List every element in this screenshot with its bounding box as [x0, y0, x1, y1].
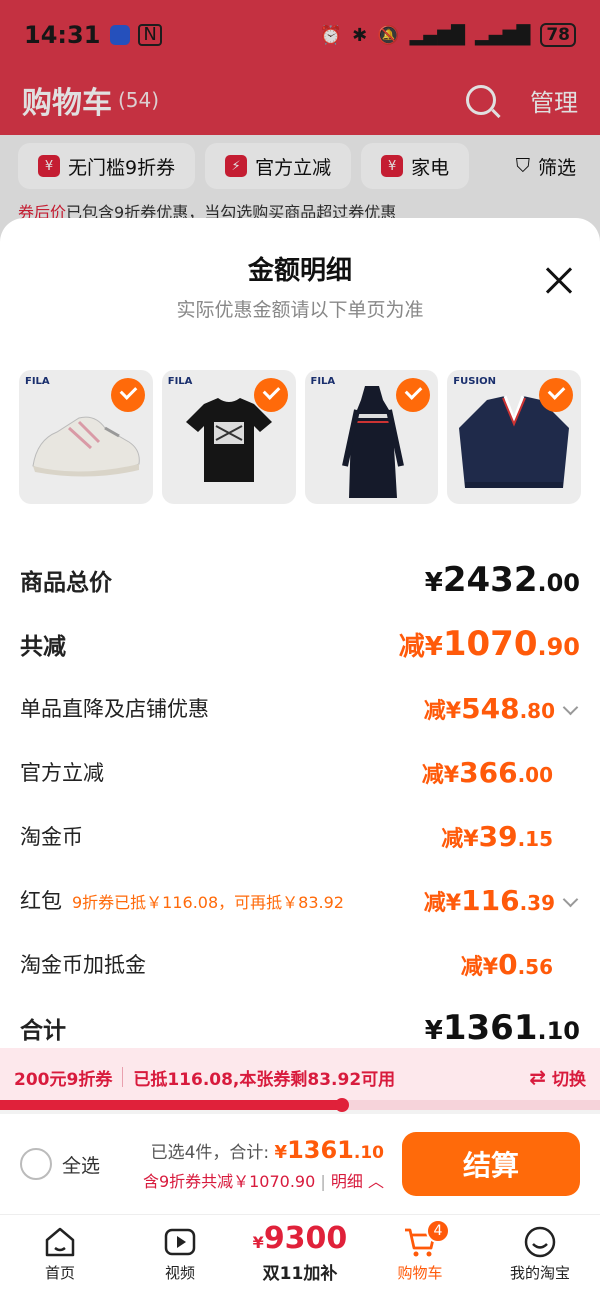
brand-logo: FILA: [25, 376, 50, 387]
row-label: 共减: [20, 634, 66, 660]
swap-icon: ⇄: [529, 1065, 546, 1089]
row-label: 红包 9折券已抵￥116.08，可再抵￥83.92: [20, 889, 344, 913]
switch-label: 切换: [552, 1069, 586, 1090]
row-amount: 减¥1070.90: [398, 624, 580, 664]
tab-label: 首页: [44, 1263, 75, 1282]
tab-cart[interactable]: 购物车 4: [360, 1215, 480, 1291]
product-thumb[interactable]: FILA: [304, 370, 439, 504]
red-packet-hint: 9折券已抵￥116.08，可再抵￥83.92: [72, 893, 344, 912]
bottom-tab-bar: 首页 视频 ¥9300 双11加补 购物车 4 我的淘宝: [0, 1214, 600, 1291]
product-thumb[interactable]: FILA: [161, 370, 296, 504]
row-label: 淘金币加抵金: [20, 953, 146, 977]
tab-mine[interactable]: 我的淘宝: [480, 1215, 600, 1291]
row-coins: 淘金币 减¥39.15: [20, 804, 580, 868]
brand-logo: FUSION: [453, 376, 496, 387]
row-amount: ¥2432.00: [424, 560, 580, 600]
row-label: 合计: [20, 1018, 66, 1044]
row-amount: ¥1361.10: [424, 1008, 580, 1048]
chevron-down-icon[interactable]: [562, 699, 579, 715]
cart-badge: 4: [426, 1219, 450, 1243]
video-icon: [164, 1228, 196, 1255]
progress-fill: [0, 1100, 342, 1110]
row-label: 官方立减: [20, 761, 104, 785]
product-thumb[interactable]: FILA: [19, 370, 153, 504]
row-amount: 减¥116.39: [423, 883, 555, 917]
chevron-up-icon: ︿: [367, 1172, 384, 1191]
tab-home[interactable]: 首页: [0, 1215, 120, 1291]
row-label: 淘金币: [20, 825, 83, 849]
switch-coupon-button[interactable]: ⇄ 切换: [529, 1065, 586, 1090]
detail-toggle[interactable]: 明细 ︿: [331, 1172, 384, 1191]
row-amount: 减¥39.15: [441, 819, 553, 853]
checkmark-icon[interactable]: [396, 378, 431, 412]
tab-promo[interactable]: ¥9300 双11加补: [240, 1215, 360, 1291]
row-coin-credit: 淘金币加抵金 减¥0.56: [20, 932, 580, 996]
close-icon[interactable]: [544, 266, 574, 296]
smile-icon: [524, 1226, 556, 1257]
checkmark-icon[interactable]: [253, 378, 288, 412]
sheet-title: 金额明细: [247, 256, 352, 286]
row-label: 商品总价: [20, 570, 112, 596]
select-all-label[interactable]: 全选: [62, 1151, 100, 1178]
row-total-discount: 共减 减¥1070.90: [20, 612, 580, 676]
row-amount: 减¥548.80: [423, 691, 555, 725]
coupon-progress-bar: [0, 1098, 600, 1112]
product-thumb[interactable]: FUSION: [447, 370, 581, 504]
row-subtotal: 商品总价 ¥2432.00: [20, 548, 580, 612]
checkmark-icon[interactable]: [539, 378, 573, 412]
checkmark-icon[interactable]: [110, 378, 145, 412]
progress-knob: [335, 1098, 349, 1112]
row-red-packet[interactable]: 红包 9折券已抵￥116.08，可再抵￥83.92 减¥116.39: [20, 868, 580, 932]
chevron-down-icon[interactable]: [562, 891, 579, 907]
coupon-strip: 200元9折券 已抵116.08,本张券剩83.92可用 ⇄ 切换: [0, 1048, 600, 1106]
tab-label: 购物车: [397, 1263, 443, 1282]
selected-count: 已选4件，: [150, 1143, 230, 1163]
product-thumbnails: FILA FILA FILA FUSION: [0, 370, 600, 504]
amount-rows: 商品总价 ¥2432.00 共减 减¥1070.90 单品直降及店铺优惠 减¥5…: [0, 548, 600, 1060]
checkout-bar: 全选 已选4件，合计: ¥1361.10 含9折券共减￥1070.90 | 明细…: [0, 1114, 600, 1214]
row-store-discount[interactable]: 单品直降及店铺优惠 减¥548.80: [20, 676, 580, 740]
row-amount: 减¥366.00: [421, 755, 553, 789]
promo-label: 双11加补: [262, 1263, 338, 1284]
total-amount: ¥1361.10: [274, 1136, 384, 1164]
brand-logo: FILA: [310, 376, 336, 387]
row-official-discount: 官方立减 减¥366.00: [20, 740, 580, 804]
tab-video[interactable]: 视频: [120, 1215, 240, 1291]
total-label: 合计:: [229, 1143, 270, 1163]
divider: [122, 1067, 124, 1087]
row-label: 单品直降及店铺优惠: [20, 697, 209, 721]
brand-logo: FILA: [167, 376, 193, 387]
home-icon: [45, 1227, 75, 1256]
discount-summary: 含9折券共减￥1070.90: [142, 1172, 316, 1191]
tab-label: 我的淘宝: [509, 1263, 570, 1282]
coupon-name: 200元9折券: [14, 1069, 113, 1090]
checkout-button[interactable]: 结算: [402, 1132, 580, 1196]
tab-label: 视频: [164, 1263, 195, 1282]
coupon-info: 已抵116.08,本张券剩83.92可用: [133, 1069, 396, 1090]
row-amount: 减¥0.56: [460, 947, 553, 981]
checkout-totals: 已选4件，合计: ¥1361.10 含9折券共减￥1070.90 | 明细 ︿: [142, 1136, 384, 1191]
select-all-radio[interactable]: [20, 1148, 52, 1180]
promo-amount: ¥9300: [252, 1220, 348, 1256]
amount-detail-sheet: 金额明细 实际优惠金额请以下单页为准 FILA FILA FILA FUSION…: [0, 218, 600, 1048]
sheet-subtitle: 实际优惠金额请以下单页为准: [176, 299, 424, 321]
